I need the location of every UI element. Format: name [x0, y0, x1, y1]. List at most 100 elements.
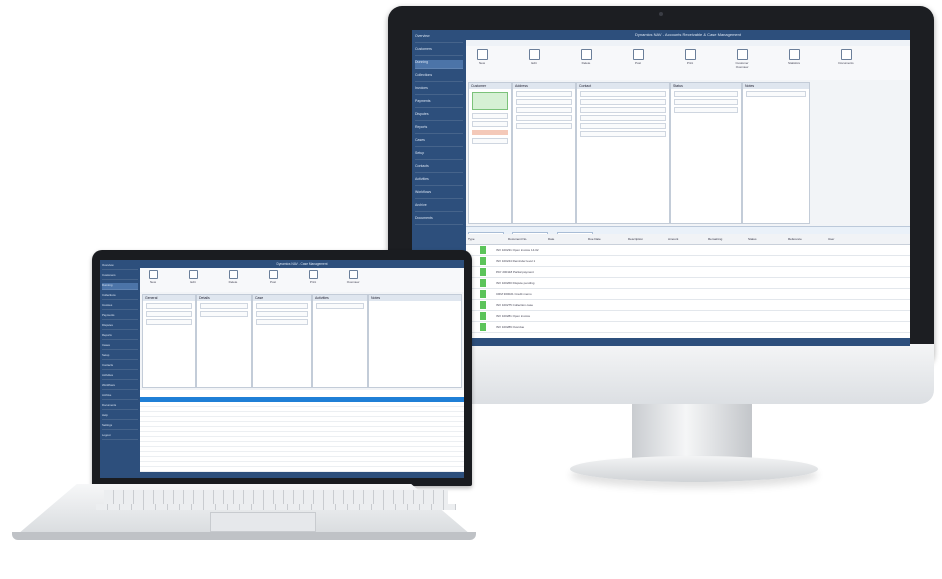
ribbon-button[interactable]: Delete — [576, 49, 596, 75]
nav-item[interactable]: Customers — [415, 47, 463, 56]
nav-item[interactable]: Collections — [102, 293, 138, 300]
nav-item[interactable]: Workflows — [415, 190, 463, 199]
field[interactable] — [472, 113, 508, 119]
field[interactable] — [516, 107, 572, 113]
field[interactable] — [516, 123, 572, 129]
ribbon-icon — [528, 49, 540, 60]
nav-item[interactable]: Logout — [102, 433, 138, 440]
table-row[interactable]: CRM 300021 Credit memo — [466, 289, 910, 300]
field[interactable] — [472, 138, 508, 144]
ribbon-button[interactable]: Post — [266, 270, 280, 288]
column-header[interactable]: Document No. — [506, 234, 546, 244]
ribbon-button[interactable]: Statistics — [784, 49, 804, 75]
field[interactable] — [200, 303, 248, 309]
ribbon-button[interactable]: Print — [680, 49, 700, 75]
ribbon-button-label: Delete — [228, 280, 238, 284]
field[interactable] — [674, 107, 738, 113]
ribbon-button[interactable]: New — [472, 49, 492, 75]
column-header[interactable]: Date — [546, 234, 586, 244]
column-header[interactable]: Remaining — [706, 234, 746, 244]
column-header[interactable]: Reference — [786, 234, 826, 244]
nav-item[interactable]: Overview — [415, 34, 463, 43]
field[interactable] — [256, 311, 308, 317]
field[interactable] — [146, 303, 192, 309]
ribbon-icon — [580, 49, 592, 60]
nav-item[interactable]: Dunning — [415, 60, 463, 69]
nav-item[interactable]: Collections — [415, 73, 463, 82]
nav-item[interactable]: Contacts — [415, 164, 463, 173]
nav-item[interactable]: Disputes — [415, 112, 463, 121]
field[interactable] — [746, 91, 806, 97]
ribbon-button[interactable]: Overview — [346, 270, 360, 288]
nav-item[interactable]: Invoices — [102, 303, 138, 310]
ribbon-button[interactable]: Print — [306, 270, 320, 288]
ribbon-button[interactable]: Delete — [226, 270, 240, 288]
field[interactable] — [516, 91, 572, 97]
ribbon-button-label: Print — [309, 280, 317, 284]
ribbon-button[interactable]: Customer Overview — [732, 49, 752, 75]
table-row[interactable]: PAY 200118 Partial payment — [466, 267, 910, 278]
ribbon-button[interactable]: New — [146, 270, 160, 288]
nav-item[interactable]: Archive — [102, 393, 138, 400]
ribbon-icon — [476, 49, 488, 60]
field[interactable] — [674, 99, 738, 105]
nav-item[interactable]: Workflows — [102, 383, 138, 390]
field[interactable] — [316, 303, 364, 309]
nav-item[interactable]: Documents — [102, 403, 138, 410]
field[interactable] — [674, 91, 738, 97]
row-text: INV 100275 Collection case — [496, 303, 534, 307]
field[interactable] — [256, 303, 308, 309]
nav-item[interactable]: Setup — [102, 353, 138, 360]
table-row[interactable]: INV 100244 Reminder level 1 — [466, 256, 910, 267]
field[interactable] — [200, 311, 248, 317]
field[interactable] — [580, 131, 666, 137]
nav-item[interactable]: Payments — [415, 99, 463, 108]
nav-item[interactable]: Contacts — [102, 363, 138, 370]
ribbon-button[interactable]: Documents — [836, 49, 856, 75]
panel-title: Notes — [369, 295, 461, 301]
ribbon-button[interactable]: Post — [628, 49, 648, 75]
column-header[interactable]: Status — [746, 234, 786, 244]
nav-item[interactable]: Settings — [102, 423, 138, 430]
nav-item[interactable]: Overview — [102, 263, 138, 270]
field[interactable] — [516, 99, 572, 105]
nav-item[interactable]: Payments — [102, 313, 138, 320]
nav-item[interactable]: Archive — [415, 203, 463, 212]
field[interactable] — [472, 121, 508, 127]
nav-item[interactable]: Invoices — [415, 86, 463, 95]
table-row[interactable]: INV 100281 Open invoice — [466, 311, 910, 322]
field[interactable] — [580, 123, 666, 129]
field[interactable] — [580, 91, 666, 97]
field[interactable] — [516, 115, 572, 121]
table-row[interactable]: INV 100275 Collection case — [466, 300, 910, 311]
nav-item[interactable]: Dunning — [102, 283, 138, 290]
column-header[interactable]: User — [826, 234, 866, 244]
nav-item[interactable]: Help — [102, 413, 138, 420]
field[interactable] — [580, 99, 666, 105]
table-row[interactable]: INV 100260 Dispute pending — [466, 278, 910, 289]
nav-item[interactable]: Disputes — [102, 323, 138, 330]
ribbon-button[interactable]: Edit — [524, 49, 544, 75]
field[interactable] — [146, 319, 192, 325]
nav-item[interactable]: Setup — [415, 151, 463, 160]
column-header[interactable]: Due Date — [586, 234, 626, 244]
column-header[interactable]: Description — [626, 234, 666, 244]
nav-item[interactable]: Documents — [415, 216, 463, 225]
column-header[interactable]: Type — [466, 234, 506, 244]
nav-item[interactable]: Cases — [415, 138, 463, 147]
nav-item[interactable]: Reports — [102, 333, 138, 340]
ribbon-button[interactable]: Edit — [186, 270, 200, 288]
panel-title: Status — [671, 83, 741, 89]
nav-item[interactable]: Reports — [415, 125, 463, 134]
field[interactable] — [256, 319, 308, 325]
nav-item[interactable]: Activities — [102, 373, 138, 380]
nav-item[interactable]: Activities — [415, 177, 463, 186]
field[interactable] — [146, 311, 192, 317]
table-row[interactable]: INV 100289 Overdue — [466, 322, 910, 333]
table-row[interactable]: INV 100231 Open invoice 14.02 — [466, 245, 910, 256]
nav-item[interactable]: Customers — [102, 273, 138, 280]
column-header[interactable]: Amount — [666, 234, 706, 244]
field[interactable] — [580, 115, 666, 121]
field[interactable] — [580, 107, 666, 113]
nav-item[interactable]: Cases — [102, 343, 138, 350]
